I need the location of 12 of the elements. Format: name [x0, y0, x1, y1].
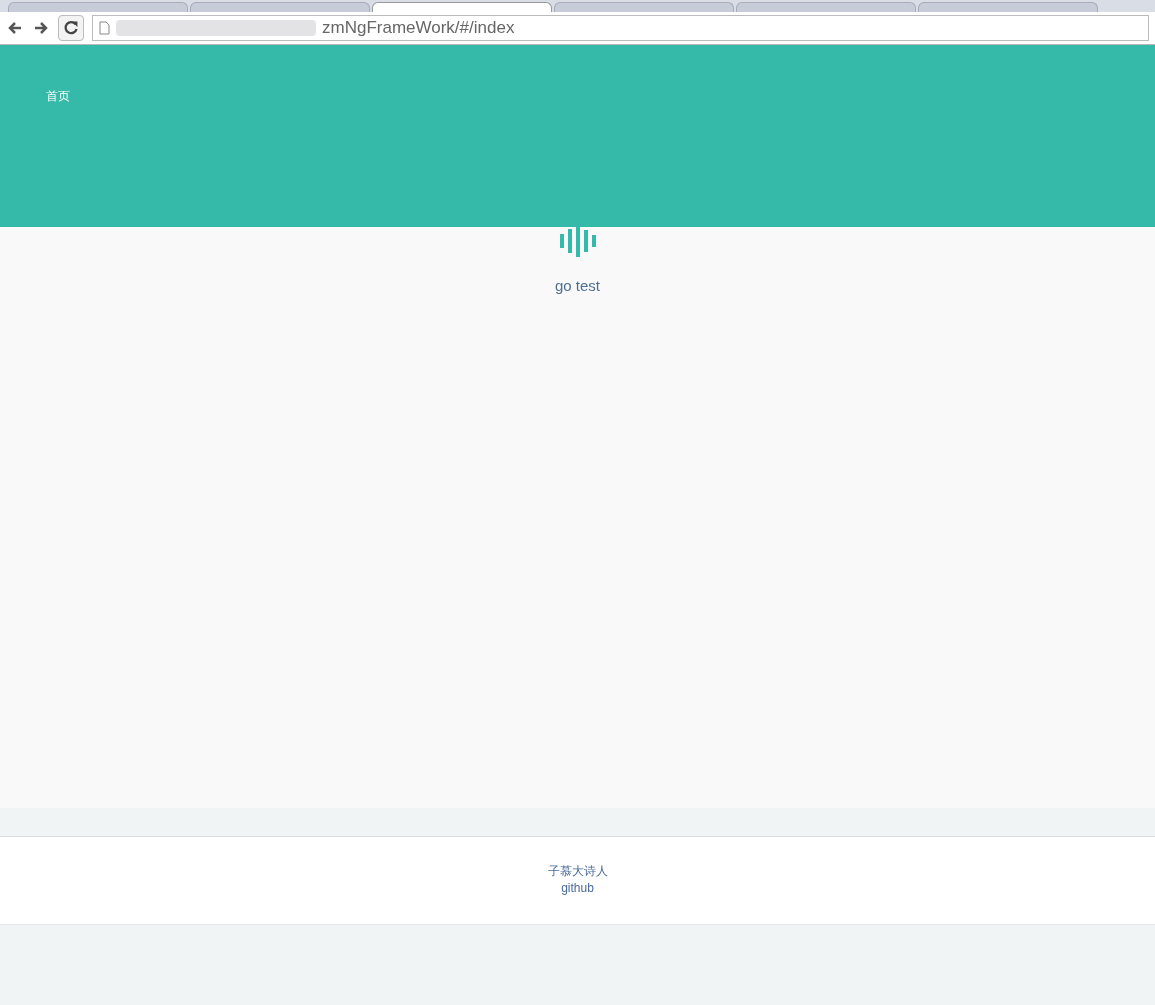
browser-tab[interactable]	[918, 2, 1098, 12]
go-test-link[interactable]: go test	[555, 275, 600, 298]
browser-tab[interactable]	[372, 2, 552, 12]
browser-tab[interactable]	[554, 2, 734, 12]
url-text: zmNgFrameWork/#/index	[322, 17, 515, 40]
reload-icon[interactable]	[58, 15, 84, 41]
browser-tab[interactable]	[736, 2, 916, 12]
page-icon	[99, 21, 110, 35]
author-link[interactable]: 子慕大诗人	[547, 863, 608, 880]
address-bar[interactable]: zmNgFrameWork/#/index	[92, 15, 1149, 41]
github-link[interactable]: github	[561, 880, 594, 897]
browser-tab[interactable]	[190, 2, 370, 12]
